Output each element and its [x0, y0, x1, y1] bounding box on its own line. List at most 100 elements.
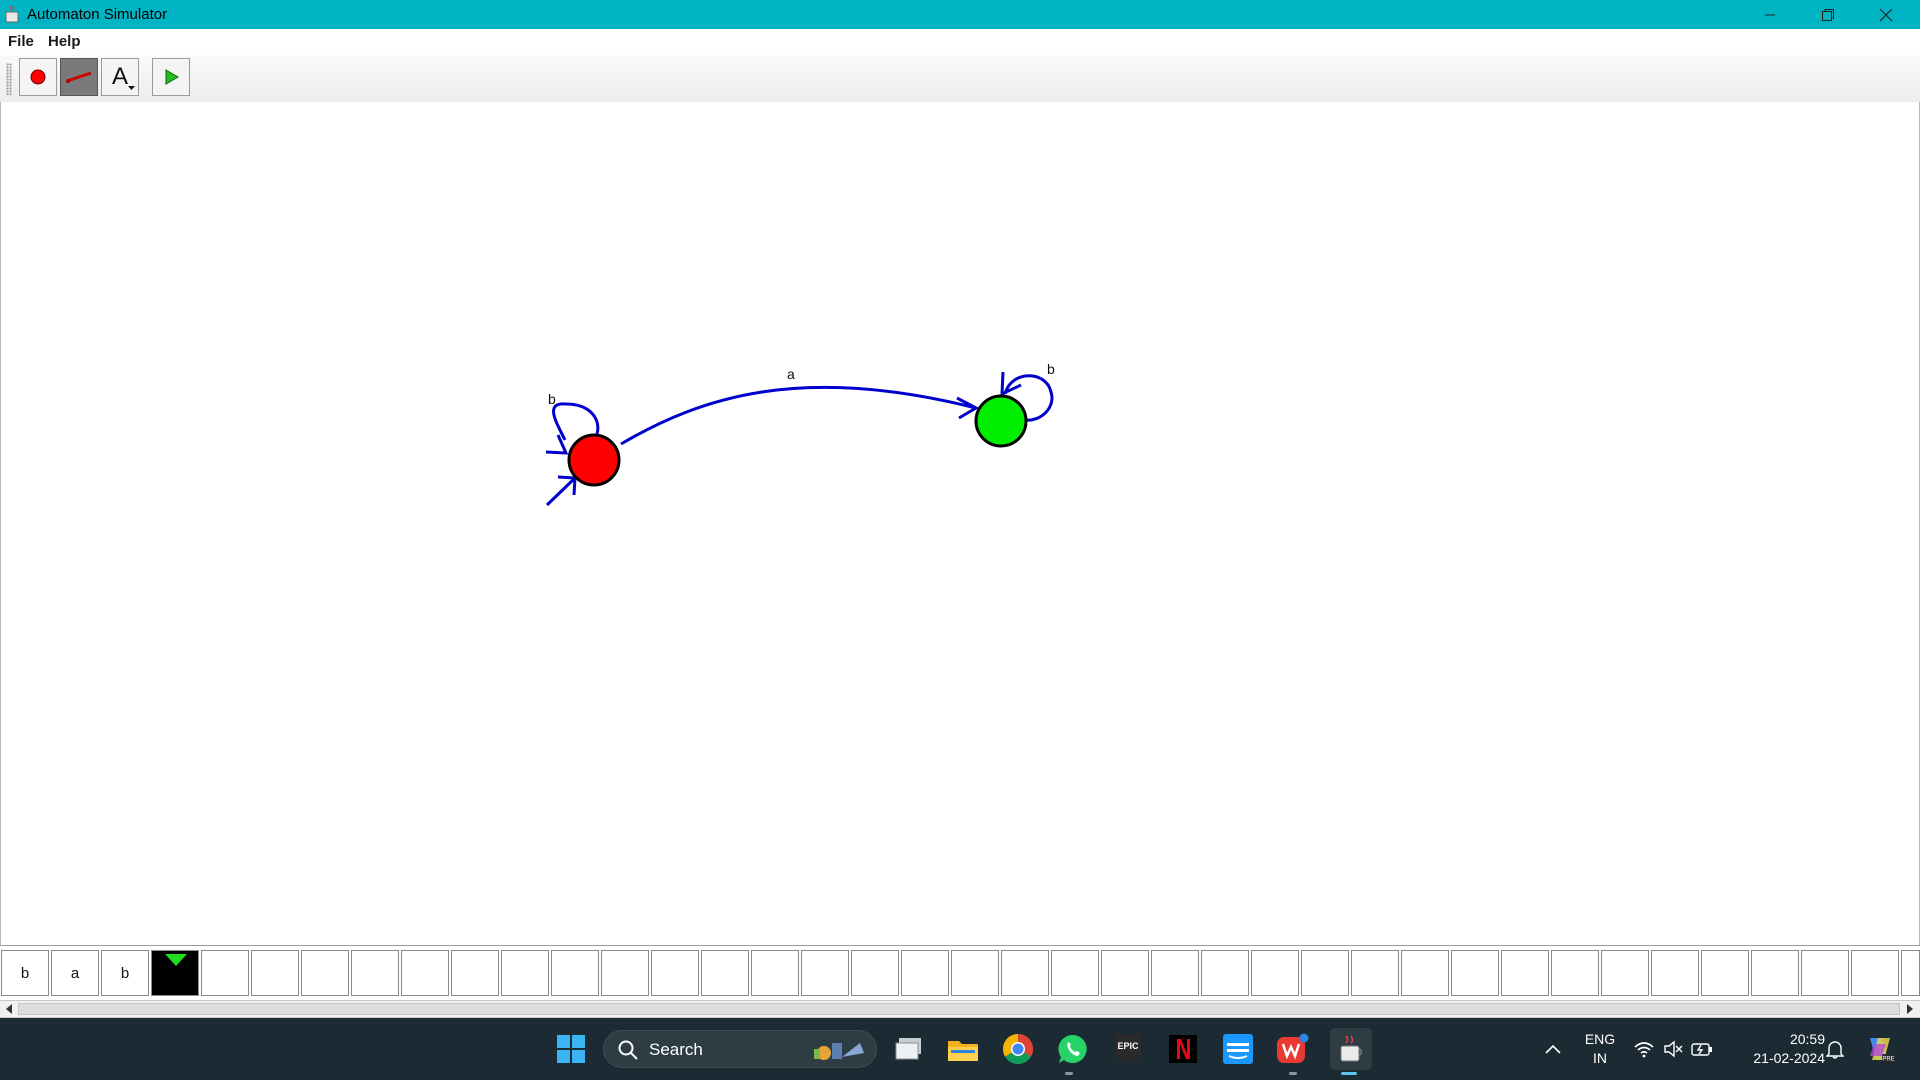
text-tool-button[interactable]: A — [101, 58, 139, 96]
start-button[interactable] — [553, 1031, 589, 1067]
tape-cell[interactable] — [1051, 950, 1099, 996]
run-button[interactable] — [152, 58, 190, 96]
tape-cell[interactable] — [551, 950, 599, 996]
tape-cell[interactable] — [1251, 950, 1299, 996]
tape-cell[interactable] — [1851, 950, 1899, 996]
file-explorer-button[interactable] — [945, 1031, 981, 1067]
restore-button[interactable] — [1799, 0, 1857, 29]
tape-cell[interactable] — [1551, 950, 1599, 996]
tape-cell[interactable] — [1201, 950, 1249, 996]
tape-cell[interactable] — [501, 950, 549, 996]
tape-cell[interactable]: b — [1, 950, 49, 996]
region-code: IN — [1593, 1050, 1607, 1066]
tape-cell[interactable]: a — [51, 950, 99, 996]
taskbar-search[interactable]: Search — [603, 1030, 877, 1068]
tape-cell[interactable] — [1601, 950, 1649, 996]
chevron-right-icon — [1907, 1004, 1913, 1014]
tape-cell[interactable] — [1751, 950, 1799, 996]
notifications-button[interactable] — [1817, 1031, 1853, 1067]
tape-cell[interactable] — [1451, 950, 1499, 996]
tape-cell[interactable] — [1701, 950, 1749, 996]
tape-cell[interactable] — [1301, 950, 1349, 996]
tape-cell[interactable] — [901, 950, 949, 996]
tape-cell[interactable] — [1651, 950, 1699, 996]
bell-icon — [1826, 1041, 1844, 1059]
add-state-button[interactable] — [19, 58, 57, 96]
tape-cell[interactable] — [151, 950, 199, 996]
tape-cell[interactable]: b — [101, 950, 149, 996]
scroll-thumb[interactable] — [18, 1003, 1900, 1015]
play-icon — [165, 69, 179, 85]
tape-cell[interactable] — [851, 950, 899, 996]
file-explorer-icon — [948, 1041, 978, 1061]
initial-arrow — [545, 475, 577, 507]
prime-video-button[interactable] — [1220, 1031, 1256, 1067]
taskbar: Search EPIC ENG IN 20:59 21-02-2024 PRE — [0, 1018, 1920, 1080]
tape-cell[interactable] — [951, 950, 999, 996]
task-view-button[interactable] — [891, 1031, 927, 1067]
scroll-left-button[interactable] — [1, 1002, 17, 1016]
tape-cell[interactable] — [1901, 950, 1920, 996]
tape-cell[interactable] — [1001, 950, 1049, 996]
quick-settings-button[interactable] — [1630, 1031, 1716, 1067]
netflix-button[interactable] — [1165, 1031, 1201, 1067]
tape-cell[interactable] — [1501, 950, 1549, 996]
tape-cell[interactable] — [451, 950, 499, 996]
tape-cell[interactable] — [1101, 950, 1149, 996]
tape-head-marker — [165, 954, 187, 966]
horizontal-scrollbar[interactable] — [0, 1000, 1920, 1018]
tape-cell[interactable] — [701, 950, 749, 996]
transition-label-q1-q1: b — [1047, 361, 1055, 377]
java-cup-icon — [5, 5, 19, 23]
restore-icon — [1822, 8, 1834, 21]
close-icon — [1879, 8, 1893, 21]
windows-start-icon — [557, 1035, 585, 1063]
language-indicator[interactable]: ENG IN — [1584, 1030, 1616, 1068]
tape-cell[interactable] — [1801, 950, 1849, 996]
transition-q0-q1[interactable] — [620, 385, 980, 446]
dropdown-arrow-icon — [128, 86, 135, 90]
tape-cell[interactable] — [201, 950, 249, 996]
tape-cell[interactable] — [351, 950, 399, 996]
automaton-diagram: b a b — [545, 361, 1055, 507]
minimize-button[interactable] — [1741, 0, 1799, 29]
svg-text:PRE: PRE — [1882, 1057, 1894, 1063]
tape-cell[interactable] — [751, 950, 799, 996]
add-transition-button[interactable] — [60, 58, 98, 96]
netflix-icon — [1169, 1035, 1197, 1063]
show-hidden-icons-button[interactable] — [1535, 1031, 1571, 1067]
chrome-button[interactable] — [1000, 1031, 1036, 1067]
tape-cell[interactable] — [401, 950, 449, 996]
scroll-right-button[interactable] — [1902, 1002, 1918, 1016]
clock[interactable]: 20:59 21-02-2024 — [1733, 1030, 1825, 1068]
tape-cell[interactable] — [301, 950, 349, 996]
automaton-canvas[interactable]: b a b — [0, 102, 1920, 945]
copilot-icon: PRE — [1870, 1038, 1895, 1063]
menu-file[interactable]: File — [8, 33, 34, 50]
window-title: Automaton Simulator — [27, 6, 168, 23]
tape-cell[interactable] — [651, 950, 699, 996]
wps-office-icon — [1277, 1033, 1309, 1063]
java-app-button[interactable] — [1330, 1028, 1372, 1070]
copilot-button[interactable]: PRE — [1862, 1031, 1898, 1067]
speaker-muted-icon — [1664, 1040, 1683, 1058]
tape-cell[interactable] — [251, 950, 299, 996]
epic-games-icon: EPIC — [1115, 1034, 1141, 1064]
chrome-icon — [1002, 1034, 1034, 1065]
whatsapp-icon — [1058, 1034, 1087, 1063]
tape-cell[interactable] — [601, 950, 649, 996]
tape-cell[interactable] — [801, 950, 849, 996]
menu-help[interactable]: Help — [48, 33, 81, 50]
state-q1[interactable] — [974, 394, 1028, 448]
whatsapp-button[interactable] — [1055, 1031, 1091, 1067]
close-button[interactable] — [1857, 0, 1915, 29]
epic-games-button[interactable]: EPIC — [1110, 1031, 1146, 1067]
toolbar-grip[interactable] — [6, 63, 12, 95]
transition-label-q0-q1: a — [787, 366, 795, 382]
tape-cell[interactable] — [1401, 950, 1449, 996]
tape-cell[interactable] — [1151, 950, 1199, 996]
state-q0[interactable] — [567, 433, 621, 487]
wps-office-button[interactable] — [1275, 1031, 1311, 1067]
java-icon — [1340, 1035, 1363, 1062]
tape-cell[interactable] — [1351, 950, 1399, 996]
